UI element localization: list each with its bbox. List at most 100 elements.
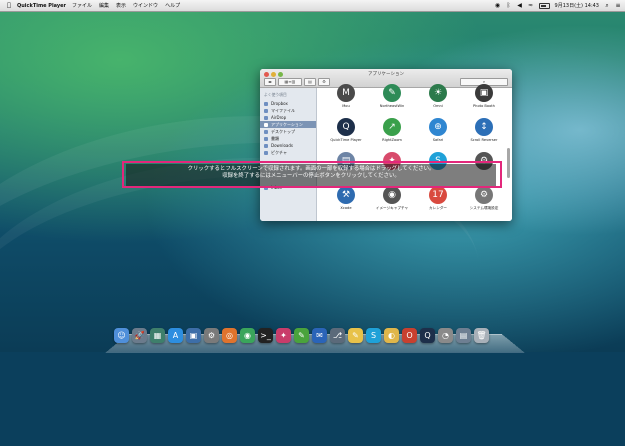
skype-icon[interactable]: S (366, 328, 381, 343)
documents-icon (264, 136, 268, 141)
dock: ☺ 🚀 ▦ A ▣ ⚙ ◎ ◉ >_ ✦ ✎ ✉ ⎇ ✎ S ◐ O Q ◔ ▤ 🗑 (114, 328, 522, 346)
app-label: Mou (342, 104, 350, 108)
sidebar-item-dropbox[interactable]: Dropbox (260, 100, 316, 107)
app-item[interactable]: ▣ Photo Booth (461, 84, 507, 114)
menu-window[interactable]: ウインドウ (133, 2, 158, 9)
office-icon[interactable]: O (402, 328, 417, 343)
app-icon: ↕ (475, 118, 493, 136)
app-label: Xcode (340, 206, 352, 210)
terminal-icon[interactable]: >_ (258, 328, 273, 343)
menu-view[interactable]: 表示 (116, 2, 126, 9)
launchpad-icon[interactable]: 🚀 (132, 328, 147, 343)
chrome-icon[interactable]: ◉ (240, 328, 255, 343)
app-item[interactable]: ⚒ Xcode (323, 186, 369, 216)
app-item[interactable]: ☀ Omni (415, 84, 461, 114)
sidebar-section-favorites: よく使う項目 (264, 92, 287, 97)
sidebar-item-airdrop[interactable]: AirDrop (260, 114, 316, 121)
volume-icon[interactable]: ◀ (517, 2, 523, 9)
app-icon: 17 (429, 186, 447, 204)
app-label: Photo Booth (473, 104, 495, 108)
trash-icon[interactable]: 🗑 (474, 328, 489, 343)
clock[interactable]: 9月13日(土) 14:43 (555, 2, 599, 9)
dropbox-icon (264, 101, 268, 106)
app-label: QuickTime Player (330, 138, 362, 142)
document-stack-icon[interactable]: ▤ (456, 328, 471, 343)
bluetooth-icon[interactable]: ᛒ (506, 2, 512, 9)
app-item[interactable]: ⊕ Safari (415, 118, 461, 148)
system-preferences-icon[interactable]: ⚙ (204, 328, 219, 343)
thunderbird-icon[interactable]: ✉ (312, 328, 327, 343)
app-icon: ✎ (383, 84, 401, 102)
app-item[interactable]: Q QuickTime Player (323, 118, 369, 148)
app-label: カレンダー (429, 206, 447, 210)
sidebar-item-label: マイファイル (271, 107, 295, 113)
scroll-icon[interactable]: ✦ (276, 328, 291, 343)
finder-sidebar: よく使う項目 Dropbox マイファイル AirDrop アプリケーション デ… (260, 88, 317, 221)
app-item[interactable]: ✎ NortheastWin (369, 84, 415, 114)
search-icon[interactable]: ⌕ (604, 2, 610, 9)
app-item[interactable]: M Mou (323, 84, 369, 114)
view-buttons[interactable]: ▦≡▥ (278, 78, 302, 86)
app-icon: ☀ (429, 84, 447, 102)
app-item[interactable]: ⚙ システム環境設定 (461, 186, 507, 216)
app-label: システム環境設定 (469, 206, 499, 210)
mission-control-icon[interactable]: ▦ (150, 328, 165, 343)
app-label: イメージキャプチャ (375, 206, 409, 210)
app-label: Scroll Reverser (470, 138, 498, 142)
app-icon: ◉ (383, 186, 401, 204)
menu-app-name[interactable]: QuickTime Player (17, 3, 66, 9)
battery-icon[interactable] (538, 2, 550, 9)
preview-icon[interactable]: ▣ (186, 328, 201, 343)
sidebar-item-pictures[interactable]: ピクチャ (260, 149, 316, 156)
menu-file[interactable]: ファイル (72, 2, 92, 9)
app-item[interactable]: ↗ RightZoom (369, 118, 415, 148)
sidebar-item-label: Downloads (271, 143, 293, 148)
sidebar-item-desktop[interactable]: デスクトップ (260, 128, 316, 135)
app-item[interactable]: ◉ イメージキャプチャ (369, 186, 415, 216)
evernote-icon[interactable]: ✎ (294, 328, 309, 343)
app-icon: M (337, 84, 355, 102)
scrollbar[interactable] (507, 148, 510, 178)
sidebar-item-label: 書類 (271, 135, 279, 141)
app-item[interactable]: 17 カレンダー (415, 186, 461, 216)
sidebar-item-label: アプリケーション (271, 121, 303, 127)
sidebar-item-applications[interactable]: アプリケーション (260, 121, 316, 128)
unknown-app-icon[interactable]: ◔ (438, 328, 453, 343)
app-icon: ↗ (383, 118, 401, 136)
app-item[interactable]: ↕ Scroll Reverser (461, 118, 507, 148)
sourcetree-icon[interactable]: ⎇ (330, 328, 345, 343)
pictures-icon (264, 150, 268, 155)
menu-edit[interactable]: 編集 (99, 2, 109, 9)
sidebar-item-documents[interactable]: 書類 (260, 135, 316, 142)
menu-bar:  QuickTime Player ファイル 編集 表示 ウインドウ ヘルプ … (0, 0, 625, 12)
app-icon: ⊕ (429, 118, 447, 136)
desktop-icon (264, 129, 268, 134)
arrange-button[interactable]: ▤ (304, 78, 316, 86)
sidebar-item-downloads[interactable]: Downloads (260, 142, 316, 149)
camera-icon[interactable]: ◉ (495, 2, 501, 9)
finder-icon[interactable]: ☺ (114, 328, 129, 343)
sidebar-item-label: Dropbox (271, 101, 288, 106)
app-icon: ⚒ (337, 186, 355, 204)
cyberduck-icon[interactable]: ◐ (384, 328, 399, 343)
firefox-icon[interactable]: ◎ (222, 328, 237, 343)
back-button[interactable]: ◂▸ (264, 78, 276, 86)
app-label: RightZoom (382, 138, 402, 142)
all-files-icon (264, 108, 268, 113)
apple-menu-icon[interactable]:  (4, 2, 14, 9)
textedit-icon[interactable]: ✎ (348, 328, 363, 343)
applications-icon (264, 122, 268, 127)
wifi-icon[interactable]: ≈ (528, 2, 534, 9)
app-icon: Q (337, 118, 355, 136)
list-icon[interactable]: ≡ (615, 2, 621, 9)
sidebar-item-my-files[interactable]: マイファイル (260, 107, 316, 114)
app-store-icon[interactable]: A (168, 328, 183, 343)
sidebar-item-label: AirDrop (271, 115, 287, 120)
app-icon: ⚙ (475, 186, 493, 204)
menu-help[interactable]: ヘルプ (165, 2, 180, 9)
quicktime-icon[interactable]: Q (420, 328, 435, 343)
highlight-box (122, 161, 502, 188)
downloads-icon (264, 143, 268, 148)
airdrop-icon (264, 115, 268, 120)
app-label: Safari (432, 138, 444, 142)
